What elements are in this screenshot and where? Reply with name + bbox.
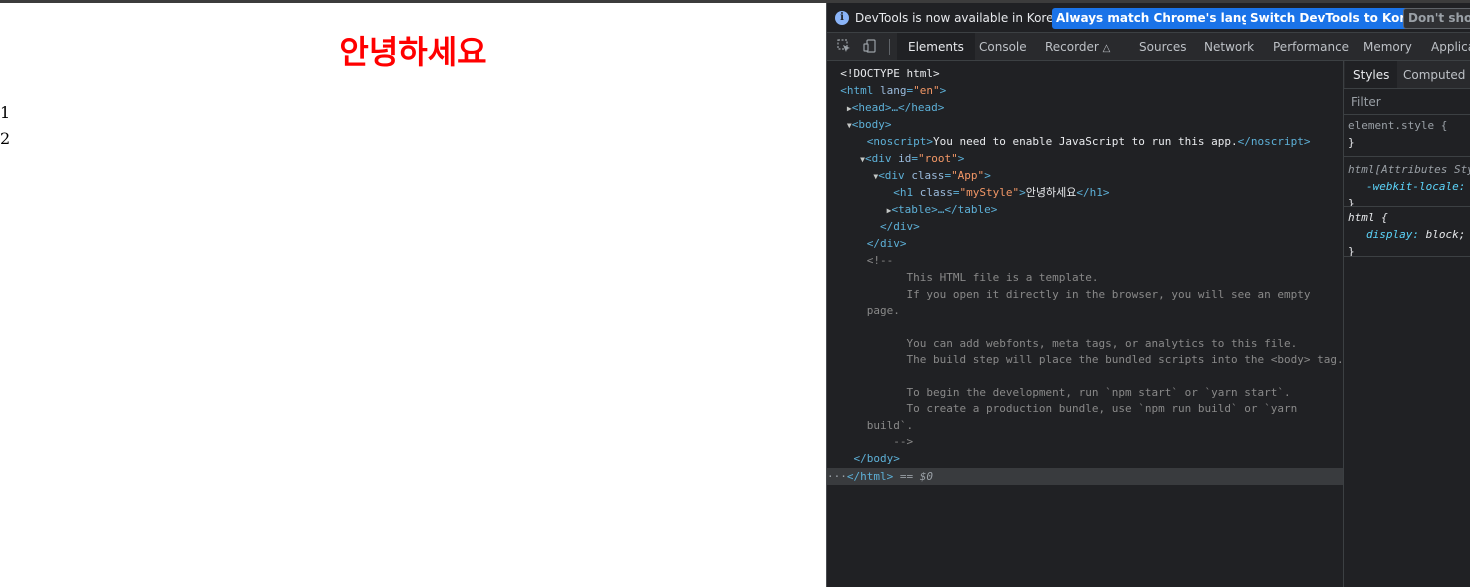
dom-node-body[interactable]: ▼<body> xyxy=(827,116,1343,133)
table-cell: 1 xyxy=(0,103,11,122)
display-property: display: xyxy=(1366,228,1419,241)
lang-value: "en" xyxy=(913,84,940,97)
flask-icon: △ xyxy=(1102,43,1111,54)
body-tag: <body> xyxy=(851,118,892,131)
close-brace: } xyxy=(1348,197,1355,207)
comment-line: To create a production bundle, use `npm … xyxy=(906,402,1298,415)
styles-pane: Styles Computed Filter element.style { }… xyxy=(1343,61,1470,587)
dom-node-html-close-selected[interactable]: ···</html> == $0 xyxy=(827,468,1343,485)
info-icon: i xyxy=(835,11,849,25)
comment-close: --> xyxy=(893,435,914,448)
tab-performance[interactable]: Performance xyxy=(1273,33,1349,60)
table-cell: 2 xyxy=(0,129,11,148)
tab-recorder[interactable]: Recorder △ xyxy=(1045,33,1110,60)
tab-memory[interactable]: Memory xyxy=(1363,33,1412,60)
body-close-tag: </body> xyxy=(853,452,900,465)
elements-dom-tree: <!DOCTYPE html> <html lang="en"> ▶<head>… xyxy=(827,61,1343,587)
dont-show-button[interactable]: Don't show xyxy=(1403,8,1470,29)
tab-application[interactable]: Applica xyxy=(1431,33,1470,60)
dom-node-doctype[interactable]: <!DOCTYPE html> xyxy=(827,65,1343,82)
comment-line: If you open it directly in the browser, … xyxy=(906,288,1311,301)
tab-network[interactable]: Network xyxy=(1204,33,1254,60)
noscript-text: You need to enable JavaScript to run thi… xyxy=(932,135,1238,148)
styles-filter-input[interactable]: Filter xyxy=(1344,89,1470,115)
html-rule-selector: html { xyxy=(1348,211,1388,224)
noscript-close-tag: </noscript> xyxy=(1237,135,1311,148)
h1-text: 안녕하세요 xyxy=(1025,186,1077,199)
dom-node-table[interactable]: ▶<table>…</table> xyxy=(827,201,1343,218)
div-close-tag: </div> xyxy=(879,220,920,233)
page-viewport: 안녕하세요 1 2 xyxy=(0,3,826,587)
class-value: "myStyle" xyxy=(959,186,1020,199)
devtools-tabbar: Elements Console Recorder △ Sources Netw… xyxy=(827,33,1470,61)
attributes-style-selector: html[Attributes Sty xyxy=(1348,163,1470,176)
close-brace: } xyxy=(1348,136,1355,149)
page-heading: 안녕하세요 xyxy=(339,33,487,71)
language-infobar: i DevTools is now available in Korean! A… xyxy=(827,3,1470,33)
div-tag: <div xyxy=(864,152,892,165)
html-close-tag: </html> xyxy=(846,470,894,483)
selected-node-marker: == $0 xyxy=(899,470,933,483)
noscript-open-tag: <noscript> xyxy=(866,135,933,148)
id-value: "root" xyxy=(917,152,958,165)
comment-line: The build step will place the bundled sc… xyxy=(906,353,1343,366)
more-options-icon[interactable]: ··· xyxy=(827,470,847,483)
doctype-text: <!DOCTYPE html> xyxy=(840,67,940,80)
comment-line: build`. xyxy=(866,419,914,432)
dom-node-div-close[interactable]: </div> xyxy=(827,235,1343,252)
class-attr: class xyxy=(911,169,945,182)
html-style-rule[interactable]: html { display: block; } xyxy=(1344,207,1470,257)
tab-sources[interactable]: Sources xyxy=(1139,33,1186,60)
styles-tabbar: Styles Computed xyxy=(1344,61,1470,89)
tab-separator xyxy=(889,39,890,55)
div-tag: <div xyxy=(878,169,905,182)
comment-line: page. xyxy=(866,304,900,317)
close-brace: } xyxy=(1348,245,1355,257)
html-tag: <html xyxy=(840,84,874,97)
element-style-rule[interactable]: element.style { } xyxy=(1344,117,1470,157)
div-close-tag: </div> xyxy=(866,237,907,250)
devtools-panel: i DevTools is now available in Korean! A… xyxy=(826,3,1470,587)
dom-node-html[interactable]: <html lang="en"> xyxy=(827,82,1343,99)
comment-line: To begin the development, run `npm start… xyxy=(906,386,1291,399)
class-attr: class xyxy=(919,186,953,199)
comment-line: This HTML file is a template. xyxy=(906,271,1099,284)
dom-node-comment[interactable]: <!-- xyxy=(827,252,1343,269)
id-attr: id xyxy=(898,152,912,165)
h1-close-tag: </h1> xyxy=(1076,186,1110,199)
table-tag: <table>…</table> xyxy=(891,203,998,216)
webkit-locale-property: -webkit-locale: xyxy=(1366,180,1466,193)
class-value: "App" xyxy=(951,169,985,182)
dom-node-app-div[interactable]: ▼<div class="App"> xyxy=(827,167,1343,184)
dom-node-div-close[interactable]: </div> xyxy=(827,218,1343,235)
infobar-message: DevTools is now available in Korean! xyxy=(855,11,1074,25)
tab-console[interactable]: Console xyxy=(979,33,1027,60)
dom-node-body-close[interactable]: </body> xyxy=(827,450,1343,467)
element-style-selector: element.style { xyxy=(1348,119,1448,132)
inspect-element-icon[interactable] xyxy=(837,39,851,53)
dom-node-noscript[interactable]: <noscript>You need to enable JavaScript … xyxy=(827,133,1343,150)
display-value: block; xyxy=(1425,228,1466,241)
comment-line: You can add webfonts, meta tags, or anal… xyxy=(906,337,1298,350)
tab-recorder-label: Recorder xyxy=(1045,40,1099,54)
head-tag: <head>…</head> xyxy=(851,101,945,114)
dom-node-root-div[interactable]: ▼<div id="root"> xyxy=(827,150,1343,167)
tab-computed[interactable]: Computed xyxy=(1403,61,1465,88)
lang-attr: lang xyxy=(880,84,907,97)
h1-tag: <h1 xyxy=(893,186,914,199)
dom-node-head[interactable]: ▶<head>…</head> xyxy=(827,99,1343,116)
page-table: 1 2 xyxy=(0,102,10,154)
comment-open: <!-- xyxy=(866,254,894,267)
tab-elements[interactable]: Elements xyxy=(897,33,975,60)
tab-styles[interactable]: Styles xyxy=(1345,61,1398,88)
dom-node-h1[interactable]: <h1 class="myStyle">안녕하세요</h1> xyxy=(827,184,1343,201)
device-toolbar-icon[interactable] xyxy=(863,39,877,53)
attributes-style-rule[interactable]: html[Attributes Sty -webkit-locale: } xyxy=(1344,157,1470,207)
